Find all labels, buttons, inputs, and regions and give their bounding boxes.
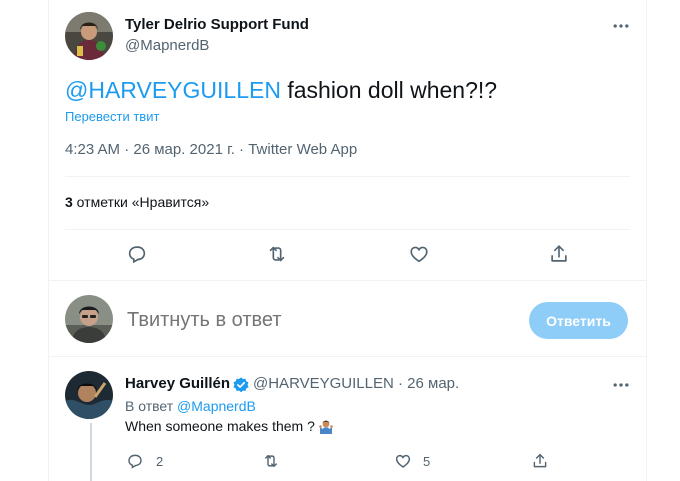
reply-retweet-icon[interactable] [261,451,281,471]
reply-author-handle-text: @HARVEYGUILLEN [253,375,394,392]
divider [65,176,630,177]
likes-number: 3 [65,194,73,210]
likes-label: отметки «Нравится» [72,194,210,210]
like-icon[interactable] [407,242,431,266]
author-handle[interactable]: @MapnerdB [125,37,209,54]
more-icon[interactable] [611,16,631,36]
author-name[interactable]: Tyler Delrio Support Fund [125,16,309,33]
reply-reply-icon[interactable] [125,451,145,471]
share-icon[interactable] [547,242,571,266]
retweet-icon[interactable] [265,242,289,266]
reply-to-mention[interactable]: @MapnerdB [177,398,256,414]
divider [49,356,646,357]
divider [49,280,646,281]
reply-count: 2 [156,454,164,469]
reply-input[interactable] [127,309,427,332]
reply-to-line: В ответ @MapnerdB [125,398,256,414]
reply-author-avatar[interactable] [65,371,113,419]
reply-author-name[interactable]: Harvey Guillén [125,375,230,392]
reply-text: When someone makes them ? [125,418,334,434]
thread-line [90,423,92,481]
translate-link[interactable]: Перевести твит [65,109,159,124]
tweet-text: @HARVEYGUILLEN fashion doll when?!? [65,76,497,104]
reply-icon[interactable] [125,242,149,266]
reply-to-prefix: В ответ [125,398,178,414]
tweet-meta[interactable]: 4:23 AM · 26 мар. 2021 г. · Twitter Web … [65,141,357,158]
verified-badge-icon [232,376,250,394]
reply-like-icon[interactable] [393,451,413,471]
reply-more-icon[interactable] [611,375,631,395]
reply-author-handle[interactable]: @HARVEYGUILLEN · 26 мар. [253,375,459,392]
reply-like-count: 5 [423,454,431,469]
reply-share-icon[interactable] [530,451,550,471]
divider [65,229,630,230]
mention-link[interactable]: @HARVEYGUILLEN [65,77,281,103]
reply-date[interactable]: · 26 мар. [394,375,459,392]
tweet-text-body: fashion doll when?!? [280,77,498,103]
user-avatar[interactable] [65,295,113,343]
reply-text-body: When someone makes them ? [125,418,315,434]
tweet-panel: Tyler Delrio Support Fund @MapnerdB @HAR… [48,0,647,481]
reply-button[interactable]: Ответить [529,302,628,339]
author-avatar[interactable] [65,12,113,60]
person-shrugging-emoji-icon [318,418,334,434]
likes-count[interactable]: 3 отметки «Нравится» [65,194,209,210]
